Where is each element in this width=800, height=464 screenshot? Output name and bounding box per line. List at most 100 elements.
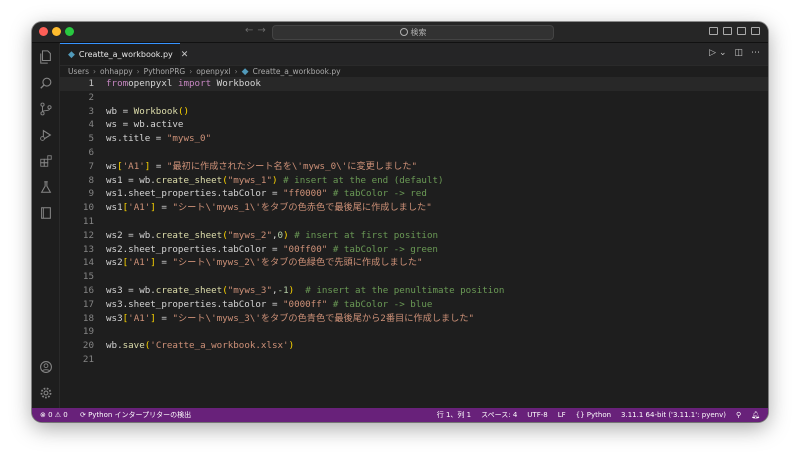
customize-layout-icon[interactable]: [751, 27, 760, 35]
more-actions-icon[interactable]: ⋯: [751, 48, 760, 58]
code-token: (): [177, 105, 190, 117]
breadcrumb-item[interactable]: ohhappy: [100, 67, 133, 76]
code-line[interactable]: 20 wb.save('Creatte_a_workbook.xlsx'): [60, 339, 768, 353]
code-line[interactable]: 17 ws3.sheet_properties.tabColor = "0000f…: [60, 298, 768, 312]
code-line[interactable]: 2: [60, 91, 768, 105]
line-number: 12: [82, 229, 94, 241]
line-number: 6: [88, 147, 94, 158]
breadcrumb-item[interactable]: Creatte_a_workbook.py: [253, 67, 341, 76]
code-line[interactable]: 8 ws1 = wb.create_sheet("myws_1") # inser…: [60, 174, 768, 188]
code-token: ws3 = wb.: [106, 285, 156, 296]
run-debug-icon[interactable]: [38, 127, 53, 142]
code-line[interactable]: 21: [60, 353, 768, 367]
explorer-icon[interactable]: [38, 49, 53, 64]
toggle-secondary-sidebar-icon[interactable]: [737, 27, 746, 35]
title-bar: ←→ 検索: [32, 22, 768, 43]
settings-gear-icon[interactable]: [38, 385, 53, 400]
code-line[interactable]: 10 ws1['A1'] = "シート\'myws_1\'をタブの色赤色で最後尾に…: [60, 201, 768, 215]
code-line[interactable]: 7 ws['A1'] = "最初に作成されたシート名を\'myws_0\'に変更し…: [60, 160, 768, 174]
code-line[interactable]: 15: [60, 270, 768, 284]
command-center-search[interactable]: 検索: [272, 25, 554, 40]
interpreter-detect-status[interactable]: ⟳ Python インタープリターの検出: [80, 408, 191, 422]
code-token: "00ff00": [283, 243, 328, 255]
zoom-window-button[interactable]: [65, 27, 74, 36]
toggle-primary-sidebar-icon[interactable]: [709, 27, 718, 35]
code-line[interactable]: 11: [60, 215, 768, 229]
line-code: ws['A1'] = "最初に作成されたシート名を\'myws_0\'に変更しま…: [106, 160, 417, 174]
line-number: 10: [82, 202, 94, 214]
python-interpreter[interactable]: 3.11.1 64-bit ('3.11.1': pyenv): [621, 408, 726, 422]
close-tab-icon[interactable]: ✕: [181, 50, 189, 60]
notebook-icon[interactable]: [38, 205, 53, 220]
code-token: wb.: [106, 340, 123, 352]
nav-back-icon[interactable]: ←: [245, 25, 257, 36]
code-token: openpyxl: [128, 78, 178, 89]
line-code: fromopenpyxl import Workbook: [106, 77, 261, 91]
code-token: =: [155, 202, 173, 214]
feedback-icon[interactable]: ⚲: [736, 408, 741, 422]
code-token: create_sheet: [155, 174, 223, 186]
code-line[interactable]: 1 fromopenpyxl import Workbook: [60, 77, 768, 91]
code-line[interactable]: 13 ws2.sheet_properties.tabColor = "00ff0…: [60, 243, 768, 257]
code-line[interactable]: 14 ws2['A1'] = "シート\'myws_2\'をタブの色緑色で先頭に作…: [60, 256, 768, 270]
toggle-panel-icon[interactable]: [723, 27, 732, 35]
line-number: 4: [88, 119, 94, 131]
chevron-right-icon: ›: [234, 67, 238, 76]
line-number: 19: [82, 326, 94, 338]
code-line[interactable]: 16 ws3 = wb.create_sheet("myws_3",-1) # i…: [60, 284, 768, 298]
line-number: 16: [82, 285, 94, 296]
breadcrumb-item[interactable]: openpyxl: [196, 67, 230, 76]
line-code: wb.save('Creatte_a_workbook.xlsx'): [106, 339, 294, 353]
encoding[interactable]: UTF-8: [527, 408, 547, 422]
status-bar: ⊗ 0 ⚠ 0 ⟳ Python インタープリターの検出 行 1、列 1 スペー…: [32, 408, 768, 422]
breadcrumb-item[interactable]: PythonPRG: [144, 67, 186, 76]
code-line[interactable]: 12 ws2 = wb.create_sheet("myws_2",0) # in…: [60, 229, 768, 243]
code-token: "myws_2": [227, 229, 272, 241]
code-token: "シート\'myws_3\'をタブの色青色で最後尾から2番目に作成しました": [172, 312, 475, 324]
search-icon[interactable]: [38, 75, 53, 90]
code-line[interactable]: 3 wb = Workbook(): [60, 105, 768, 119]
line-code: ws.title = "myws_0": [106, 132, 211, 146]
code-token: ): [288, 340, 295, 352]
account-icon[interactable]: [38, 359, 53, 374]
code-token: Workbook: [211, 78, 261, 89]
line-number: 18: [82, 312, 94, 324]
extensions-icon[interactable]: [38, 153, 53, 168]
close-window-button[interactable]: [39, 27, 48, 36]
end-of-line[interactable]: LF: [558, 408, 566, 422]
nav-forward-icon[interactable]: →: [257, 25, 269, 36]
code-token: ws.title =: [106, 133, 167, 145]
code-token: import: [177, 78, 212, 89]
code-token: ws = wb.active: [106, 119, 184, 131]
split-editor-icon[interactable]: ◫: [734, 48, 743, 58]
minimize-window-button[interactable]: [52, 27, 61, 36]
code-token: ws2.sheet_properties.tabColor =: [106, 243, 284, 255]
code-line[interactable]: 6: [60, 146, 768, 160]
indentation[interactable]: スペース: 4: [481, 408, 517, 422]
problems-indicator[interactable]: ⊗ 0 ⚠ 0: [40, 408, 68, 422]
code-line[interactable]: 18 ws3['A1'] = "シート\'myws_3\'をタブの色青色で最後尾か…: [60, 312, 768, 326]
line-number: 20: [82, 340, 94, 352]
code-line[interactable]: 4 ws = wb.active: [60, 118, 768, 132]
language-mode[interactable]: {} Python: [576, 408, 611, 422]
code-token: ws1: [106, 202, 123, 214]
cursor-position[interactable]: 行 1、列 1: [437, 408, 471, 422]
line-number: 21: [82, 354, 94, 365]
code-line[interactable]: 5 ws.title = "myws_0": [60, 132, 768, 146]
source-control-icon[interactable]: [38, 101, 53, 116]
code-line[interactable]: 9 ws1.sheet_properties.tabColor = "ff0000…: [60, 187, 768, 201]
code-line[interactable]: 19: [60, 325, 768, 339]
run-python-file-icon[interactable]: ▷ ⌄: [709, 48, 726, 58]
line-number: 15: [82, 271, 94, 283]
testing-icon[interactable]: [38, 179, 53, 194]
line-code: ws1 = wb.create_sheet("myws_1") # insert…: [106, 174, 444, 188]
code-editor[interactable]: 1 fromopenpyxl import Workbook 2 3 wb = Work…: [60, 76, 768, 406]
tab-creatte-a-workbook[interactable]: ◆ Creatte_a_workbook.py ✕: [60, 43, 188, 65]
line-code: ws2 = wb.create_sheet("myws_2",0) # inse…: [106, 229, 438, 243]
code-token: wb =: [106, 105, 134, 117]
breadcrumb-item[interactable]: Users: [68, 67, 89, 76]
line-code: ws2['A1'] = "シート\'myws_2\'をタブの色緑色で先頭に作成し…: [106, 256, 423, 270]
code-token: "シート\'myws_2\'をタブの色緑色で先頭に作成しました": [172, 257, 423, 269]
notifications-bell-icon[interactable]: 🔔︎: [751, 408, 760, 422]
